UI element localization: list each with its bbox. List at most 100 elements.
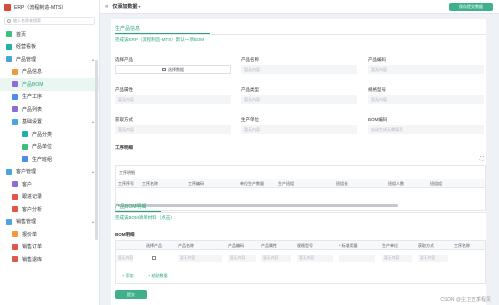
app-header: ERP（流程制造-MTS） (0, 0, 99, 14)
sidebar-item[interactable]: 产品分类 (0, 128, 99, 141)
sidebar-item-label: 首页 (16, 31, 27, 38)
sidebar-item-label: 客户分析 (22, 206, 43, 213)
search-input[interactable]: 输入名称来搜索 (4, 17, 95, 25)
table-cell-field[interactable]: 暂无内容 (178, 255, 222, 262)
spec-model-field[interactable]: 暂无内容 (368, 95, 484, 104)
sidebar-item-label: 销售退库 (22, 256, 43, 263)
column-header: 班组长 (336, 181, 348, 186)
sidebar-item[interactable]: 基础设置 ▴ (0, 116, 99, 129)
sidebar-nav: 首页经营看板 产品管理 ▴ 产品信息产品BOM 生产工序产品列表基础设置 ▴ 产品分类产品单… (0, 28, 99, 266)
watermark: CSDN @尘卫五季程见 (440, 297, 491, 303)
bom-grid-header: 选择产品 产品名称 产品编码 产品属性 规格型号 * 标准用量 生产单位 获取方式 工序名称 (116, 241, 485, 250)
submit-button[interactable]: 提交 (115, 290, 147, 299)
product-attr-label: 产品属性 (115, 87, 133, 92)
sidebar-item[interactable]: 跟进记录 (0, 191, 99, 204)
form-panel: 生产品信息 完成该ERP（流程制造-MTS）默认一项BOM 选择产品 选择数据 … (111, 19, 490, 305)
table-cell-field[interactable]: 暂无内容 (228, 255, 256, 262)
dashboard-icon (6, 43, 12, 50)
sidebar-item-label: 产品BOM (22, 81, 44, 88)
chevron-down-icon[interactable]: ▾ (138, 4, 140, 9)
quote-icon (12, 231, 18, 238)
bom-section-subtitle: 完成该BOM清单材料（点击） (115, 215, 175, 220)
select-product-icon[interactable] (152, 256, 156, 260)
bom-icon (12, 81, 18, 88)
main-scrollbar[interactable] (486, 19, 490, 305)
acquire-method-field[interactable]: 暂无内容 (115, 125, 231, 134)
select-icon (162, 68, 166, 71)
sidebar-item[interactable]: 销售管理 ▴ (0, 216, 99, 229)
process-grid-title: 工序明细 (119, 170, 135, 175)
sidebar-item[interactable]: 生产工序 (0, 91, 99, 104)
folder-icon (6, 218, 12, 225)
column-header: 选择产品 (146, 243, 162, 248)
unit-icon (22, 143, 28, 150)
table-cell-field[interactable]: 暂无内容 (382, 255, 412, 262)
table-cell-field[interactable]: 暂无内容 (418, 255, 448, 262)
process-detail-grid: 工序明细 工序序号 工序名称 工序编码 单位生产数量 生产班组 班组长 班组人数 班组组 (115, 165, 486, 211)
box-icon (12, 68, 18, 75)
sidebar-item-label: 报价单 (22, 231, 38, 238)
select-data-label: 选择数据 (168, 66, 184, 72)
product-code-field[interactable]: 暂无内容 (368, 65, 484, 74)
chevron-up-icon: ▴ (91, 169, 94, 175)
order-icon (12, 243, 18, 250)
table-cell-field[interactable]: 暂无内容 (116, 255, 134, 262)
bom-section-title: 产品BOM明细 (115, 204, 147, 210)
sidebar-item-label: 产品列表 (22, 106, 43, 113)
select-data-button[interactable]: 选择数据 (115, 65, 231, 74)
column-header: 工序编码 (188, 181, 204, 186)
prod-unit-field[interactable]: 暂无内容 (241, 125, 357, 134)
column-header: 生产班组 (278, 181, 294, 186)
collapse-sidebar-icon[interactable]: « (100, 4, 112, 10)
product-name-field[interactable]: 暂无内容 (241, 65, 357, 74)
divider (115, 34, 486, 35)
sidebar-item[interactable]: 客户管理 ▴ (0, 166, 99, 179)
page-title[interactable]: 仅添加数据 (112, 3, 137, 10)
search-placeholder: 输入名称来搜索 (13, 18, 41, 23)
sidebar-item[interactable]: 产品列表 (0, 103, 99, 116)
product-type-field[interactable]: 暂无内容 (241, 95, 357, 104)
process-detail-heading: 工序明细 (115, 145, 133, 150)
column-header: 班组人数 (388, 181, 404, 186)
chevron-up-icon: ▴ (91, 56, 94, 62)
bom-code-label: BOM编码 (368, 117, 388, 122)
column-header: 班组组 (430, 181, 442, 186)
sidebar-item[interactable]: 报价单 (0, 228, 99, 241)
sidebar-item-label: 产品单位 (32, 144, 53, 151)
table-cell-field[interactable]: 暂无内容 (297, 255, 333, 262)
sidebar-item[interactable]: 销售退库 (0, 253, 99, 266)
folder-icon (6, 168, 12, 175)
sidebar-item-label: 基础设置 (22, 119, 43, 126)
add-row-button[interactable]: + 添加 (122, 273, 133, 279)
product-attr-field[interactable]: 暂无内容 (115, 95, 231, 104)
category-icon (22, 131, 28, 138)
bom-code-field[interactable]: 自动生成无需填写 (368, 125, 484, 134)
sidebar-item[interactable]: 销售订单 (0, 241, 99, 254)
column-header: 产品属性 (261, 243, 277, 248)
process-grid-hscrollbar[interactable] (118, 204, 398, 207)
column-header: 产品名称 (178, 243, 194, 248)
sidebar-item[interactable]: 首页 (0, 28, 99, 41)
fullscreen-icon[interactable]: ⛶ (480, 156, 484, 162)
app-title: ERP（流程制造-MTS） (14, 4, 67, 11)
process-grid-header: 工序序号 工序名称 工序编码 单位生产数量 生产班组 班组长 班组人数 班组组 (116, 179, 485, 188)
column-header: 单位生产数量 (240, 181, 264, 186)
sidebar-item[interactable]: 经营看板 (0, 41, 99, 54)
acquire-method-label: 获取方式 (115, 117, 133, 122)
table-cell-field[interactable]: 暂无内容 (261, 255, 291, 262)
save-submit-button[interactable]: 保存提交数据 (449, 3, 493, 11)
sidebar-item-label: 产品分类 (32, 131, 53, 138)
sidebar-item[interactable]: 生产班组 (0, 153, 99, 166)
sidebar-item[interactable]: 产品信息 (0, 66, 99, 79)
sidebar-item[interactable]: 产品管理 ▴ (0, 53, 99, 66)
sidebar-item[interactable]: 客户分析 (0, 203, 99, 216)
table-cell-field[interactable] (339, 255, 375, 262)
product-name-label: 产品名称 (241, 57, 259, 62)
info-section-title: 生产品信息 (115, 26, 141, 32)
paste-data-button[interactable]: + 粘贴数据 (148, 273, 167, 279)
sidebar-scrollbar[interactable] (95, 60, 98, 240)
sidebar-item[interactable]: 客户 (0, 178, 99, 191)
chevron-up-icon: ▴ (91, 119, 94, 125)
sidebar-item[interactable]: 产品单位 (0, 141, 99, 154)
sidebar-item[interactable]: 产品BOM (0, 78, 99, 91)
